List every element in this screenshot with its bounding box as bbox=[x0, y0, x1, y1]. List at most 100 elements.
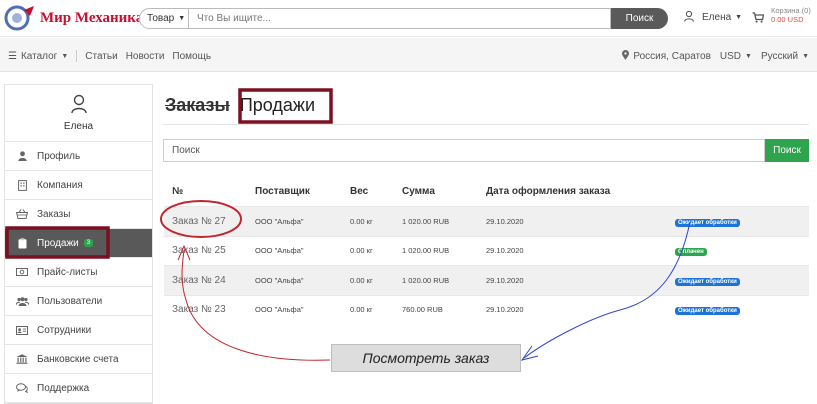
caret-down-icon: ▼ bbox=[745, 53, 752, 60]
top-header: Мир Механика Товар ▼ Что Вы ищите... Пои… bbox=[0, 0, 817, 37]
currency-value: USD bbox=[719, 51, 742, 62]
column-header-supplier: Поставщик bbox=[255, 185, 310, 197]
status-badge: Ожидает обработки bbox=[675, 277, 740, 286]
sub-navigation: ☰ Каталог ▼ Статьи Новости Помощь Россия… bbox=[0, 38, 817, 72]
person-icon bbox=[15, 151, 29, 161]
blue-arrowhead bbox=[520, 345, 539, 361]
caret-down-icon: ▼ bbox=[735, 14, 743, 21]
nav-link-help[interactable]: Помощь bbox=[172, 51, 211, 62]
chat-icon bbox=[15, 383, 29, 393]
order-weight: 0.00 кг bbox=[350, 216, 373, 226]
location-value: Россия, Саратов bbox=[633, 51, 711, 62]
basket-icon bbox=[15, 209, 29, 219]
caret-down-icon: ▼ bbox=[802, 53, 809, 60]
currency-selector[interactable]: USD ▼ bbox=[720, 51, 752, 62]
search-scope-select[interactable]: Товар ▼ bbox=[139, 8, 189, 29]
cart-total: 0.00 USD bbox=[771, 15, 804, 24]
list-icon: ☰ bbox=[8, 50, 17, 62]
divider bbox=[163, 124, 809, 125]
user-menu-name: Елена bbox=[702, 12, 732, 23]
order-date: 29.10.2020 bbox=[486, 275, 524, 285]
order-number-link[interactable]: Заказ № 27 bbox=[164, 216, 255, 227]
order-number-link[interactable]: Заказ № 24 bbox=[164, 275, 255, 286]
sidebar-item-label: Пользователи bbox=[37, 295, 103, 307]
table-row[interactable]: Заказ № 27 ООО "Альфа" 0.00 кг 1 020.00 … bbox=[164, 206, 809, 236]
sidebar-item-support[interactable]: Поддержка bbox=[5, 374, 152, 403]
money-icon bbox=[15, 268, 29, 276]
table-row[interactable]: Заказ № 23 ООО "Альфа" 0.00 кг 760.00 RU… bbox=[164, 294, 809, 325]
status-badge: Оплачен bbox=[675, 248, 707, 257]
account-sidebar: Елена Профиль Компания Заказы Продажи 3 … bbox=[4, 84, 153, 404]
clipboard-icon bbox=[15, 237, 29, 249]
orders-table: № Поставщик Вес Сумма Дата оформления за… bbox=[164, 176, 809, 324]
sidebar-item-users[interactable]: Пользователи bbox=[5, 287, 152, 316]
language-value: Русский bbox=[760, 51, 799, 62]
sidebar-item-employees[interactable]: Сотрудники bbox=[5, 316, 152, 345]
sidebar-item-orders[interactable]: Заказы bbox=[5, 200, 152, 229]
sidebar-item-sales[interactable]: Продажи 3 bbox=[5, 229, 152, 258]
order-sum: 1 020.00 RUB bbox=[402, 246, 450, 256]
sidebar-item-company[interactable]: Компания bbox=[5, 171, 152, 200]
tab-sales[interactable]: Продажи bbox=[240, 95, 315, 116]
order-supplier: ООО "Альфа" bbox=[255, 275, 304, 285]
sidebar-user-name: Елена bbox=[63, 121, 94, 132]
order-supplier: ООО "Альфа" bbox=[255, 216, 304, 226]
user-avatar-icon bbox=[5, 94, 152, 119]
table-header: № Поставщик Вес Сумма Дата оформления за… bbox=[164, 176, 809, 206]
order-supplier: ООО "Альфа" bbox=[255, 305, 304, 315]
order-date: 29.10.2020 bbox=[486, 246, 524, 256]
search-input[interactable]: Что Вы ищите... bbox=[189, 8, 611, 29]
id-card-icon bbox=[15, 325, 29, 335]
orders-search-button[interactable]: Поиск bbox=[765, 139, 809, 162]
order-tabs: Заказы Продажи bbox=[165, 95, 315, 116]
sidebar-item-bank-accounts[interactable]: Банковские счета bbox=[5, 345, 152, 374]
sidebar-item-price-lists[interactable]: Прайс-листы bbox=[5, 258, 152, 287]
building-icon bbox=[15, 179, 29, 191]
sidebar-item-label: Компания bbox=[37, 179, 83, 191]
column-header-date: Дата оформления заказа bbox=[486, 185, 611, 197]
catalog-menu[interactable]: Каталог bbox=[21, 51, 57, 62]
site-logo[interactable]: Мир Механика bbox=[4, 4, 143, 32]
header-search: Товар ▼ Что Вы ищите... Поиск bbox=[139, 8, 668, 29]
caret-down-icon: ▼ bbox=[61, 52, 69, 60]
orders-search: Поиск Поиск bbox=[163, 139, 809, 162]
sidebar-user: Елена bbox=[5, 85, 152, 142]
status-badge: Ожидает обработки bbox=[675, 218, 740, 227]
users-icon bbox=[15, 296, 29, 306]
user-menu[interactable]: Елена ▼ bbox=[683, 10, 742, 25]
language-selector[interactable]: Русский ▼ bbox=[761, 51, 809, 62]
view-order-callout: Посмотреть заказ bbox=[331, 344, 521, 372]
order-weight: 0.00 кг bbox=[350, 305, 373, 315]
logo-gear-icon bbox=[4, 4, 36, 32]
table-row[interactable]: Заказ № 24 ООО "Альфа" 0.00 кг 1 020.00 … bbox=[164, 265, 809, 295]
cart-label: Корзина (0) bbox=[771, 6, 811, 15]
sidebar-item-label: Банковские счета bbox=[37, 353, 119, 365]
search-button[interactable]: Поиск bbox=[611, 8, 668, 29]
orders-search-input[interactable]: Поиск bbox=[163, 139, 765, 162]
column-header-weight: Вес bbox=[350, 185, 369, 197]
sidebar-item-label: Профиль bbox=[37, 150, 81, 162]
order-number-link[interactable]: Заказ № 25 bbox=[164, 245, 255, 256]
location-selector[interactable]: Россия, Саратов bbox=[622, 50, 711, 63]
sales-count-badge: 3 bbox=[83, 239, 94, 247]
sidebar-item-label: Прайс-листы bbox=[37, 266, 98, 278]
sidebar-item-label: Продажи bbox=[37, 237, 79, 249]
column-header-sum: Сумма bbox=[402, 185, 435, 197]
sidebar-item-profile[interactable]: Профиль bbox=[5, 142, 152, 171]
cart[interactable]: Корзина (0) 0.00 USD bbox=[752, 6, 811, 28]
table-row[interactable]: Заказ № 25 ООО "Альфа" 0.00 кг 1 020.00 … bbox=[164, 235, 809, 266]
order-number-link[interactable]: Заказ № 23 bbox=[164, 304, 255, 315]
order-sum: 1 020.00 RUB bbox=[402, 275, 450, 285]
nav-link-news[interactable]: Новости bbox=[126, 51, 165, 62]
tab-orders[interactable]: Заказы bbox=[165, 95, 230, 116]
divider bbox=[76, 50, 78, 62]
column-header-number: № bbox=[172, 185, 184, 197]
user-icon bbox=[683, 10, 695, 25]
cart-icon bbox=[752, 10, 765, 28]
search-scope-value: Товар bbox=[147, 13, 175, 24]
order-weight: 0.00 кг bbox=[350, 275, 373, 285]
map-pin-icon bbox=[622, 50, 630, 63]
bank-icon bbox=[15, 354, 29, 364]
order-sum: 760.00 RUB bbox=[402, 305, 443, 315]
nav-link-articles[interactable]: Статьи bbox=[85, 51, 117, 62]
